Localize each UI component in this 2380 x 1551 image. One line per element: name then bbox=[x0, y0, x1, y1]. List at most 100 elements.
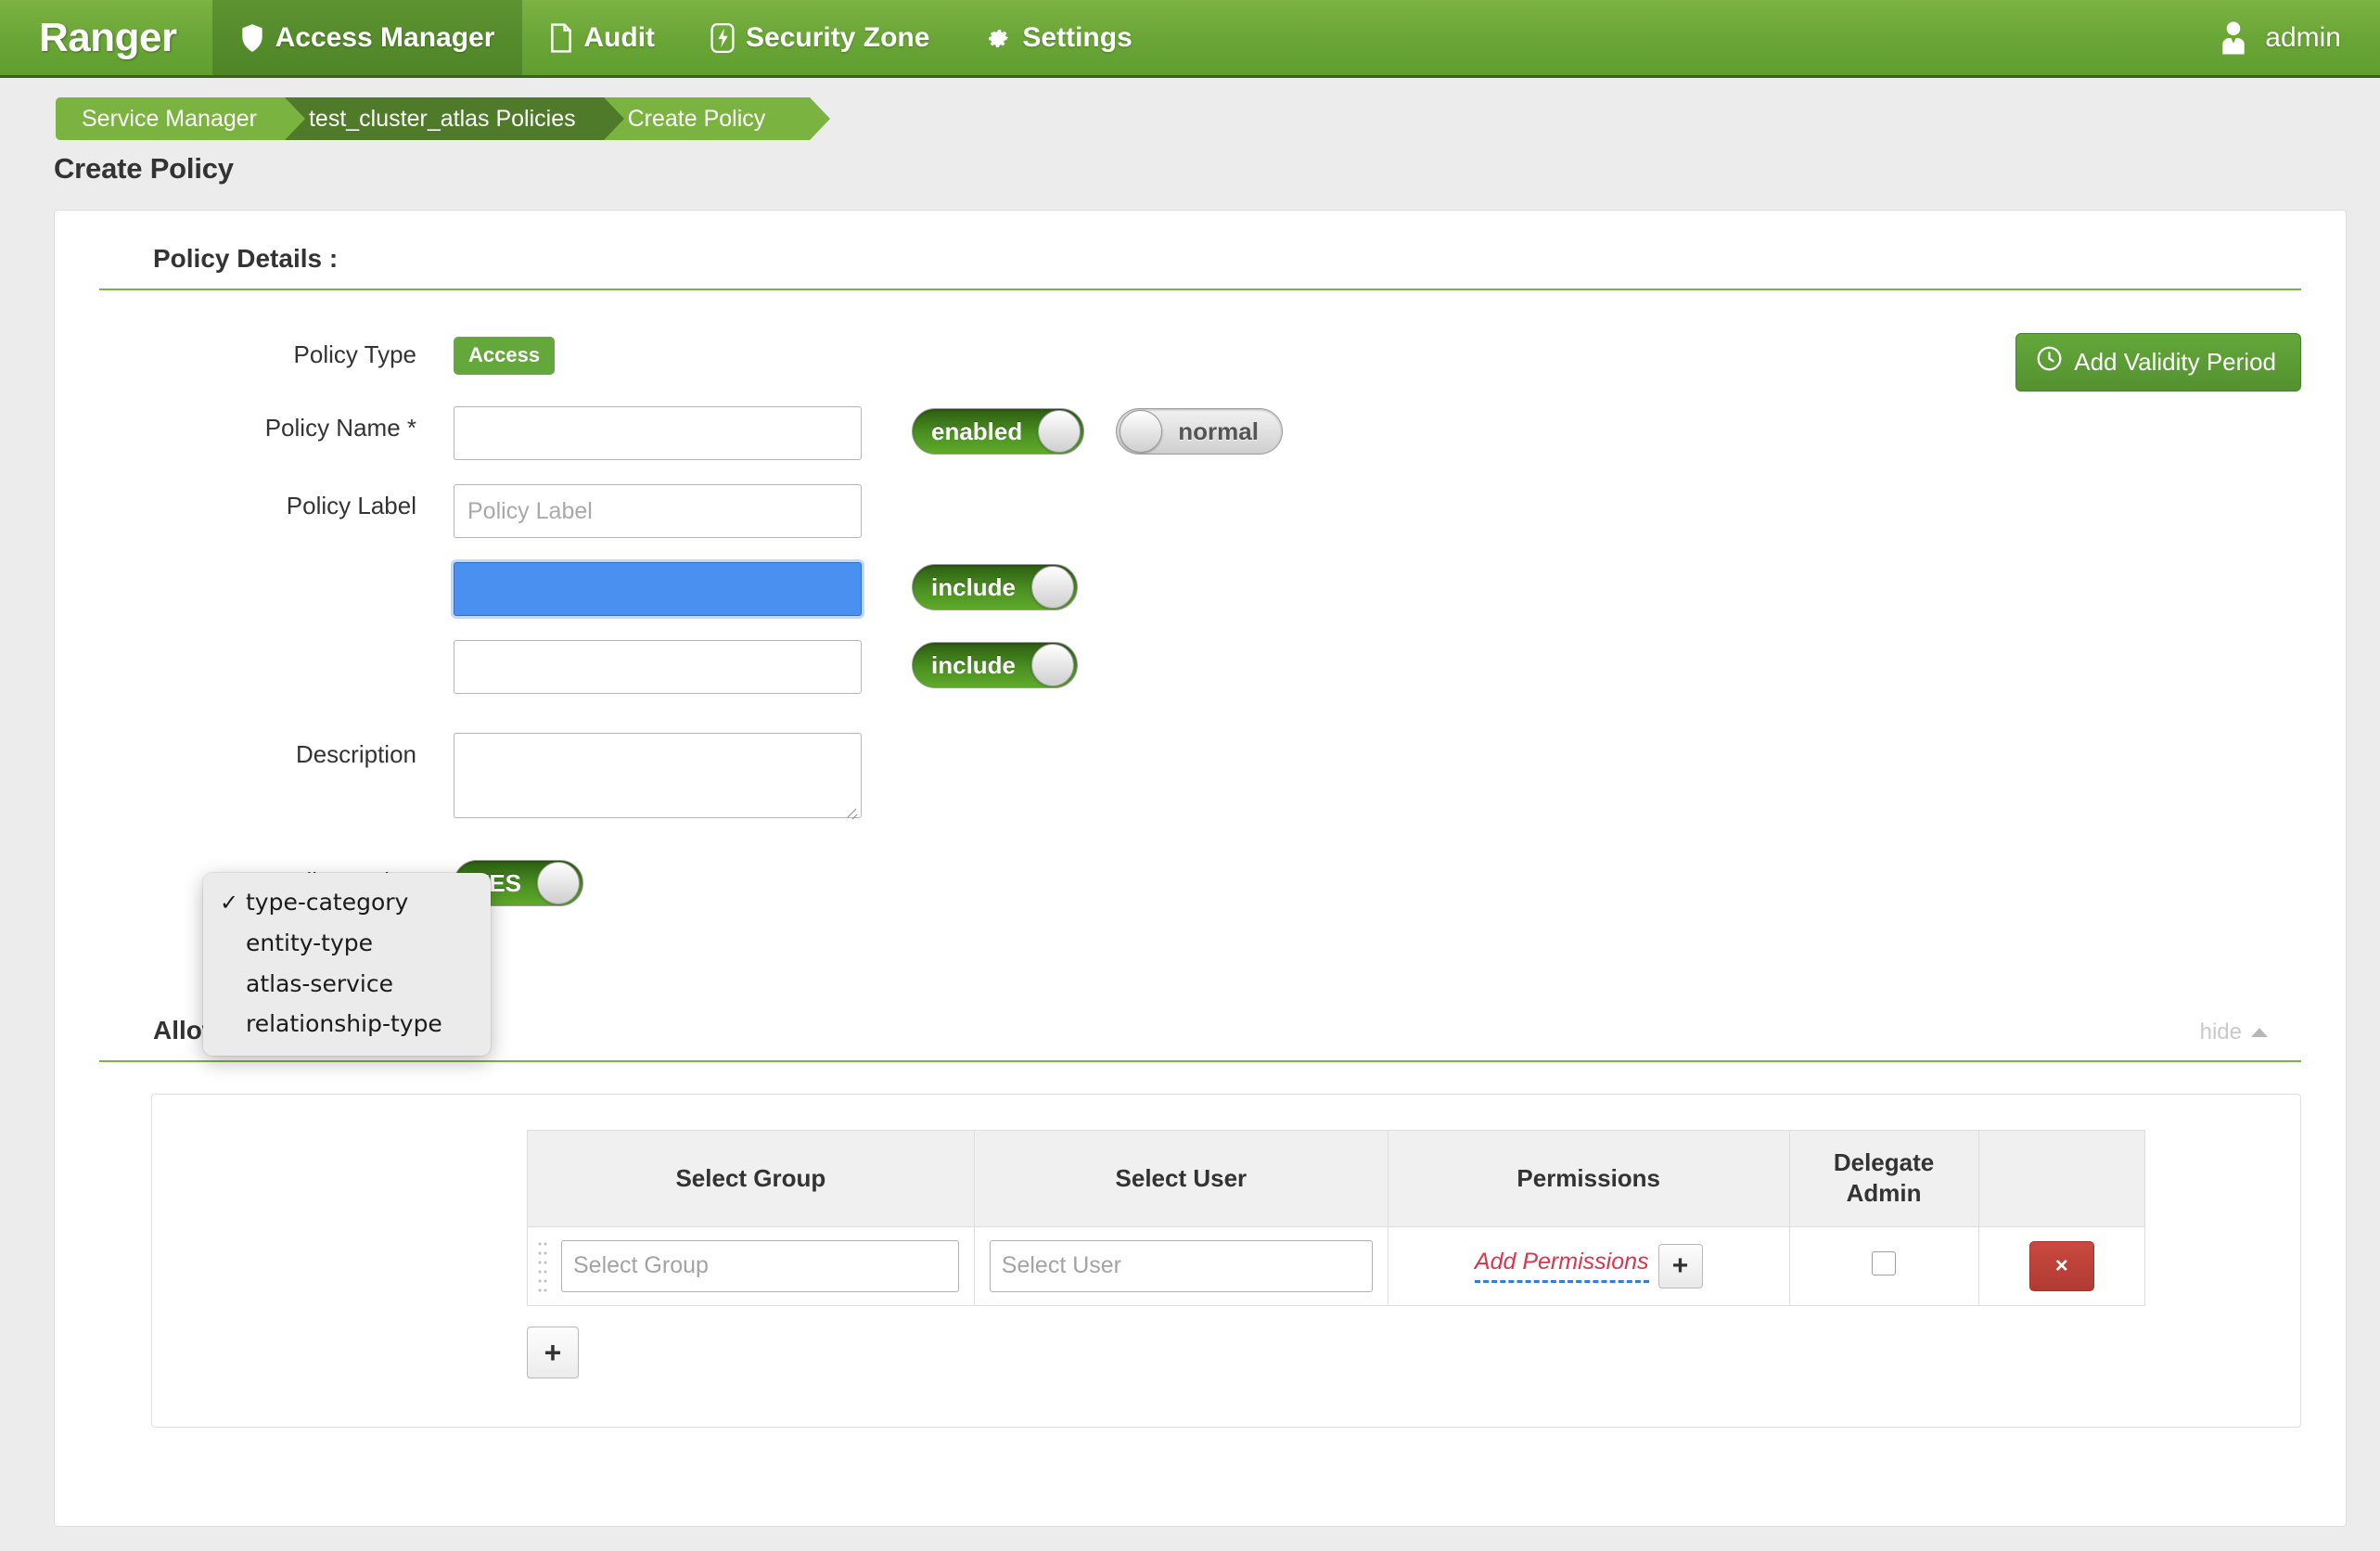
breadcrumb-create-policy[interactable]: Create Policy bbox=[604, 97, 811, 140]
cell-permissions: Add Permissions + bbox=[1388, 1226, 1789, 1305]
resource-two-include-knob bbox=[1031, 644, 1074, 686]
breadcrumb: Service Manager test_cluster_atlas Polic… bbox=[0, 78, 2380, 139]
th-select-group: Select Group bbox=[528, 1131, 975, 1227]
breadcrumb-cluster-policies[interactable]: test_cluster_atlas Policies bbox=[285, 97, 604, 140]
delegate-admin-checkbox[interactable] bbox=[1872, 1251, 1896, 1275]
policy-type-label: Policy Type bbox=[55, 333, 454, 366]
user-tie-icon bbox=[2217, 20, 2250, 56]
user-menu[interactable]: admin bbox=[2198, 0, 2380, 75]
bolt-icon bbox=[710, 23, 735, 53]
breadcrumb-service-manager-label: Service Manager bbox=[82, 106, 257, 133]
resource-one-label bbox=[55, 562, 454, 571]
nav-security-zone[interactable]: Security Zone bbox=[683, 0, 957, 75]
breadcrumb-create-policy-label: Create Policy bbox=[628, 106, 766, 133]
dropdown-option-atlas-service-label: atlas-service bbox=[246, 968, 393, 1000]
table-row: Add Permissions + × bbox=[528, 1226, 2145, 1305]
resource-two-include-label: include bbox=[913, 651, 1030, 680]
row-policy-name: Policy Name * enabled normal bbox=[55, 406, 2346, 460]
breadcrumb-service-manager[interactable]: Service Manager bbox=[56, 97, 285, 140]
policy-details-heading: Policy Details : bbox=[153, 244, 338, 274]
resource-one-field bbox=[454, 562, 862, 616]
add-condition-row-button[interactable]: + bbox=[527, 1327, 579, 1378]
dropdown-option-type-category[interactable]: ✓ type-category bbox=[203, 882, 491, 923]
resource-type-dropdown-popup[interactable]: ✓ type-category entity-type atlas-servic… bbox=[203, 873, 491, 1056]
policy-type-field: Access bbox=[454, 333, 555, 375]
allow-conditions-table: Select Group Select User Permissions Del… bbox=[527, 1130, 2145, 1306]
app-logo[interactable]: Ranger bbox=[0, 0, 212, 75]
resource-one-toggles: include bbox=[912, 562, 1078, 610]
policy-normal-toggle-label: normal bbox=[1163, 417, 1279, 446]
select-user-input[interactable] bbox=[990, 1240, 1373, 1292]
policy-normal-toggle[interactable]: normal bbox=[1116, 408, 1283, 455]
nav-security-zone-label: Security Zone bbox=[746, 22, 929, 54]
row-resource-two: include bbox=[55, 640, 2346, 694]
cell-delete: × bbox=[1978, 1226, 2144, 1305]
policy-state-toggles: enabled normal bbox=[912, 406, 1283, 455]
add-validity-period-label: Add Validity Period bbox=[2074, 348, 2276, 377]
row-resource-one: include bbox=[55, 562, 2346, 616]
th-delegate-admin-line1: Delegate bbox=[1796, 1147, 1973, 1178]
cell-select-group bbox=[528, 1226, 975, 1305]
caret-up-icon bbox=[2251, 1028, 2268, 1037]
resource-one-include-knob bbox=[1031, 566, 1074, 609]
dropdown-option-type-category-label: type-category bbox=[246, 887, 408, 918]
create-policy-panel: Policy Details : Policy Type Access Add … bbox=[54, 210, 2347, 1527]
page-title: Create Policy bbox=[0, 139, 2380, 186]
policy-enabled-toggle-knob bbox=[1038, 410, 1081, 453]
cell-delegate-admin bbox=[1789, 1226, 1978, 1305]
dropdown-option-relationship-type-label: relationship-type bbox=[246, 1008, 442, 1040]
table-header-row: Select Group Select User Permissions Del… bbox=[528, 1131, 2145, 1227]
th-delegate-admin-line2: Admin bbox=[1796, 1178, 1973, 1209]
row-policy-type: Policy Type Access Add Validity Period bbox=[55, 333, 2346, 375]
nav-spacer bbox=[1160, 0, 2199, 75]
nav-access-manager-label: Access Manager bbox=[275, 22, 495, 54]
clock-icon bbox=[2037, 346, 2062, 378]
policy-enabled-toggle[interactable]: enabled bbox=[912, 408, 1084, 455]
policy-enabled-toggle-label: enabled bbox=[913, 417, 1037, 446]
cell-select-user bbox=[974, 1226, 1388, 1305]
policy-name-field bbox=[454, 406, 862, 460]
resource-two-toggles: include bbox=[912, 640, 1078, 688]
resource-two-label bbox=[55, 640, 454, 649]
select-group-input[interactable] bbox=[561, 1240, 959, 1292]
nav-access-manager[interactable]: Access Manager bbox=[212, 0, 523, 75]
policy-label-input[interactable] bbox=[454, 484, 862, 538]
delete-row-button[interactable]: × bbox=[2029, 1241, 2094, 1291]
resource-two-input[interactable] bbox=[454, 640, 862, 694]
policy-name-label: Policy Name * bbox=[55, 406, 454, 440]
resource-one-include-toggle[interactable]: include bbox=[912, 564, 1078, 610]
breadcrumb-arrow-2 bbox=[604, 97, 624, 140]
check-icon: ✓ bbox=[220, 888, 246, 917]
nav-settings-label: Settings bbox=[1022, 22, 1132, 54]
allow-conditions-hide-toggle[interactable]: hide bbox=[2200, 1019, 2301, 1045]
breadcrumb-arrow-1 bbox=[285, 97, 305, 140]
policy-details-header: Policy Details : bbox=[99, 211, 2301, 290]
policy-details-form: Policy Type Access Add Validity Period P… bbox=[55, 290, 2346, 906]
dropdown-option-entity-type-label: entity-type bbox=[246, 928, 373, 959]
dropdown-option-relationship-type[interactable]: relationship-type bbox=[203, 1004, 491, 1045]
breadcrumb-arrow-3 bbox=[810, 97, 830, 140]
th-permissions: Permissions bbox=[1388, 1131, 1789, 1227]
file-icon bbox=[550, 23, 572, 53]
dropdown-option-entity-type[interactable]: entity-type bbox=[203, 923, 491, 964]
resource-two-include-toggle[interactable]: include bbox=[912, 642, 1078, 688]
resource-one-include-label: include bbox=[913, 573, 1030, 602]
policy-label-label: Policy Label bbox=[55, 484, 454, 518]
resource-one-select[interactable] bbox=[454, 562, 862, 616]
add-validity-period-button[interactable]: Add Validity Period bbox=[2015, 333, 2301, 391]
drag-handle-icon[interactable] bbox=[537, 1239, 548, 1293]
add-permissions-button[interactable]: + bbox=[1658, 1244, 1703, 1288]
th-select-user: Select User bbox=[974, 1131, 1388, 1227]
description-field bbox=[454, 733, 862, 823]
nav-audit[interactable]: Audit bbox=[522, 0, 683, 75]
add-permissions-link[interactable]: Add Permissions bbox=[1475, 1249, 1649, 1283]
dropdown-option-atlas-service[interactable]: atlas-service bbox=[203, 964, 491, 1005]
policy-normal-toggle-knob bbox=[1120, 410, 1162, 453]
policy-name-input[interactable] bbox=[454, 406, 862, 460]
description-textarea[interactable] bbox=[454, 733, 862, 818]
nav-audit-label: Audit bbox=[583, 22, 655, 54]
audit-logging-toggle-knob bbox=[537, 862, 580, 904]
row-description: Description bbox=[55, 733, 2346, 823]
allow-conditions-box: Select Group Select User Permissions Del… bbox=[151, 1094, 2301, 1428]
nav-settings[interactable]: Settings bbox=[957, 0, 1159, 75]
